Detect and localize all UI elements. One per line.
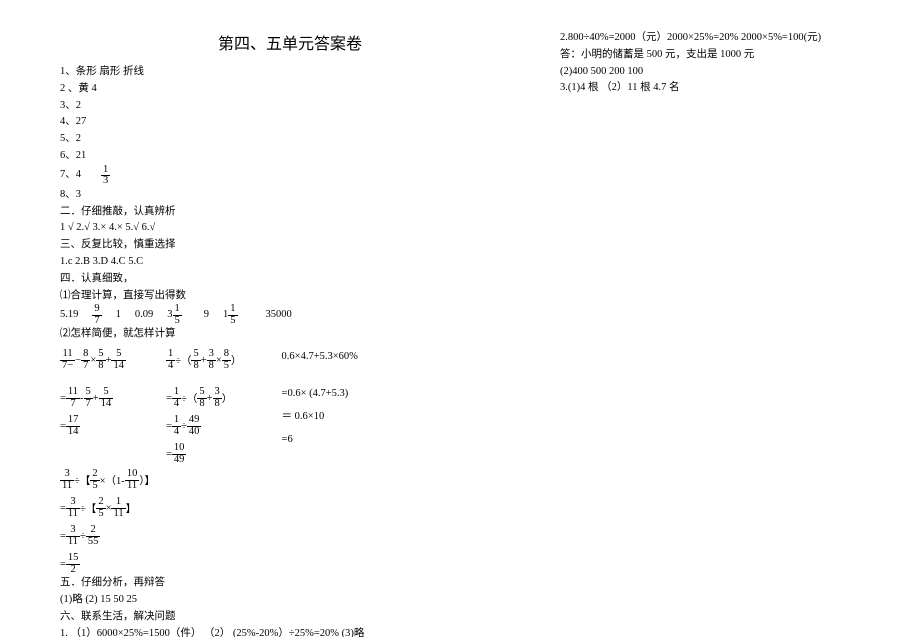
text: 9 <box>204 307 209 324</box>
text: 5.19 <box>60 307 78 324</box>
line: 3.(1)4 根 （2）11 根 4.7 名 <box>560 80 860 97</box>
line: 4、27 <box>60 114 520 131</box>
text: 7、4 <box>60 167 81 184</box>
equation: = 14 ÷（ 58 + 38 ） <box>166 387 242 409</box>
calc-block: 311 ÷【 25 ×（1- 1011 ）】 = 311 ÷【 25 × 111… <box>60 469 520 575</box>
equation: = 117 - 57 + 514 <box>60 387 126 409</box>
equation: = 1049 <box>166 443 242 465</box>
text: 1 <box>116 307 121 324</box>
line: 8、3 <box>60 187 520 204</box>
line: 5、2 <box>60 131 520 148</box>
equation: = 14 ÷ 4940 <box>166 415 242 437</box>
fraction: 97 <box>92 304 101 326</box>
equation: = 311 ÷ 255 <box>60 525 520 547</box>
line: (1)略 (2) 15 50 25 <box>60 592 520 609</box>
equation: =0.6× (4.7+5.3) <box>282 386 358 403</box>
line: 1、条形 扇形 折线 <box>60 64 520 81</box>
equation: 14 ÷（ 58 + 38 × 85 ） <box>166 349 242 371</box>
equation: ＝ 0.6×10 <box>282 409 358 426</box>
line: 7、4 13 <box>60 165 520 187</box>
line: 2.800÷40%=2000（元）2000×25%=20% 2000×5%=10… <box>560 30 860 47</box>
line: 1. （1）6000×25%=1500（件） （2） (25%-20%）÷25%… <box>60 626 520 637</box>
line: 1 √ 2.√ 3.× 4.× 5.√ 6.√ <box>60 220 520 237</box>
section-heading: 三、反复比较，慎重选择 <box>60 237 520 254</box>
equation: = 152 <box>60 553 520 575</box>
page-title: 第四、五单元答案卷 <box>60 30 520 54</box>
text: 0.09 <box>135 307 153 324</box>
line: 5.19 97 1 0.09 315 9 115 35000 <box>60 304 520 326</box>
equation: 311 ÷【 25 ×（1- 1011 ）】 <box>60 469 520 491</box>
section-heading: 五．仔细分析，再辩答 <box>60 575 520 592</box>
equation: = 311 ÷【 25 × 111 】 <box>60 497 520 519</box>
line: 1.c 2.B 3.D 4.C 5.C <box>60 254 520 271</box>
section-heading: 六、联系生活，解决问题 <box>60 609 520 626</box>
line: 答：小明的储蓄是 500 元，支出是 1000 元 <box>560 47 860 64</box>
line: (2)400 500 200 100 <box>560 64 860 81</box>
text: 35000 <box>266 307 292 324</box>
line: 2 、黄 4 <box>60 81 520 98</box>
mixed-number: 315 <box>167 304 182 326</box>
section-heading: 二．仔细推敲，认真辨析 <box>60 204 520 221</box>
mixed-number: 115 <box>223 304 238 326</box>
line: 3、2 <box>60 98 520 115</box>
equation: = 1714 <box>60 415 126 437</box>
equation: 0.6×4.7+5.3×60% <box>282 349 358 366</box>
line: ⑵怎样简便，就怎样计算 <box>60 326 520 343</box>
line: ⑴合理计算，直接写出得数 <box>60 288 520 305</box>
line: 6、21 <box>60 148 520 165</box>
equation: 117− − 87 × 58 + 514 <box>60 349 126 371</box>
calc-block: 117− − 87 × 58 + 514 = 117 - 57 + 514 = … <box>60 349 520 465</box>
fraction: 13 <box>101 165 110 187</box>
section-heading: 四．认真细致， <box>60 271 520 288</box>
equation: =6 <box>282 432 358 449</box>
